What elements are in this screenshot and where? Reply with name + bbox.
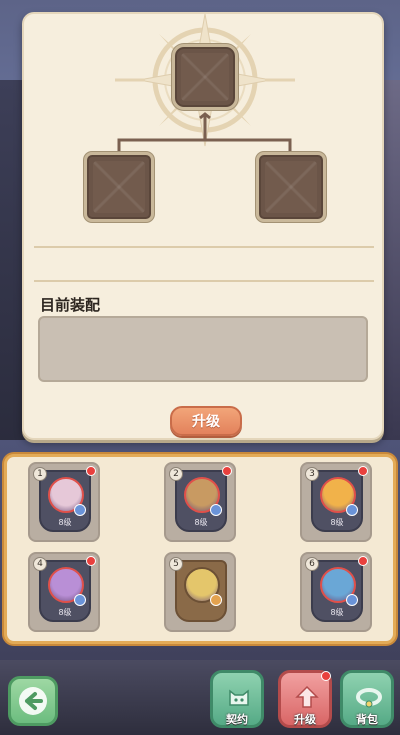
upgrade-button[interactable]: 升级: [170, 406, 242, 436]
alert-dot: [358, 556, 368, 566]
hero-index-badge: 3: [305, 467, 319, 481]
nav-contract-label: 契约: [226, 713, 248, 726]
nav-upgrade-button[interactable]: 升级: [278, 670, 332, 728]
hero-index-badge: 1: [33, 467, 47, 481]
element-icon: [346, 504, 358, 516]
nav-upgrade-alert-dot: [321, 671, 331, 681]
equipment-tree: [24, 14, 386, 244]
element-icon: [74, 594, 86, 606]
equipment-slot-right[interactable]: [256, 152, 326, 222]
hero-frame: 8级: [39, 560, 91, 622]
hero-card[interactable]: 8级 6: [300, 552, 372, 632]
hero-index-badge: 6: [305, 557, 319, 571]
nav-bag-label: 背包: [356, 713, 378, 726]
hero-card[interactable]: 8级 1: [28, 462, 100, 542]
nav-upgrade-label: 升级: [294, 713, 316, 726]
hero-level: 8级: [58, 608, 72, 617]
back-button[interactable]: [8, 676, 58, 726]
equipment-slot-top[interactable]: [172, 44, 238, 110]
cat-contract-icon: [229, 689, 249, 706]
slot-pattern: [265, 161, 317, 213]
hero-card[interactable]: 5: [164, 552, 236, 632]
current-equipment-box: [38, 316, 368, 382]
hero-card[interactable]: 8级 2: [164, 462, 236, 542]
upgrade-arrow-icon: [295, 685, 319, 708]
back-arrow-icon: [19, 687, 47, 715]
hero-index-badge: 2: [169, 467, 183, 481]
hero-frame: 8级: [175, 470, 227, 532]
hero-index-badge: 5: [169, 557, 183, 571]
element-icon: [346, 594, 358, 606]
hero-card[interactable]: 8级 4: [28, 552, 100, 632]
alert-dot: [222, 466, 232, 476]
equipment-panel: 目前装配 升级: [22, 12, 384, 440]
hero-frame: 8级: [311, 470, 363, 532]
current-equipment-title: 目前装配: [40, 296, 101, 314]
nav-contract-button[interactable]: 契约: [210, 670, 264, 728]
hero-level: 8级: [194, 518, 208, 527]
element-icon: [210, 504, 222, 516]
hero-card[interactable]: 8级 3: [300, 462, 372, 542]
slot-pattern: [93, 161, 145, 213]
element-icon: [210, 594, 222, 606]
hero-level: 8级: [58, 518, 72, 527]
hero-frame: 8级: [39, 470, 91, 532]
hero-frame: [175, 560, 227, 622]
divider-bottom: [34, 280, 374, 282]
hero-frame: 8级: [311, 560, 363, 622]
hero-index-badge: 4: [33, 557, 47, 571]
element-icon: [74, 504, 86, 516]
alert-dot: [86, 466, 96, 476]
alert-dot: [86, 556, 96, 566]
divider-top: [34, 246, 374, 248]
hero-level: 8级: [330, 518, 344, 527]
nav-bag-button[interactable]: 背包: [340, 670, 394, 728]
equipment-slot-left[interactable]: [84, 152, 154, 222]
slot-pattern: [181, 53, 229, 101]
alert-dot: [358, 466, 368, 476]
bag-collar-icon: [356, 688, 382, 708]
hero-level: 8级: [330, 608, 344, 617]
